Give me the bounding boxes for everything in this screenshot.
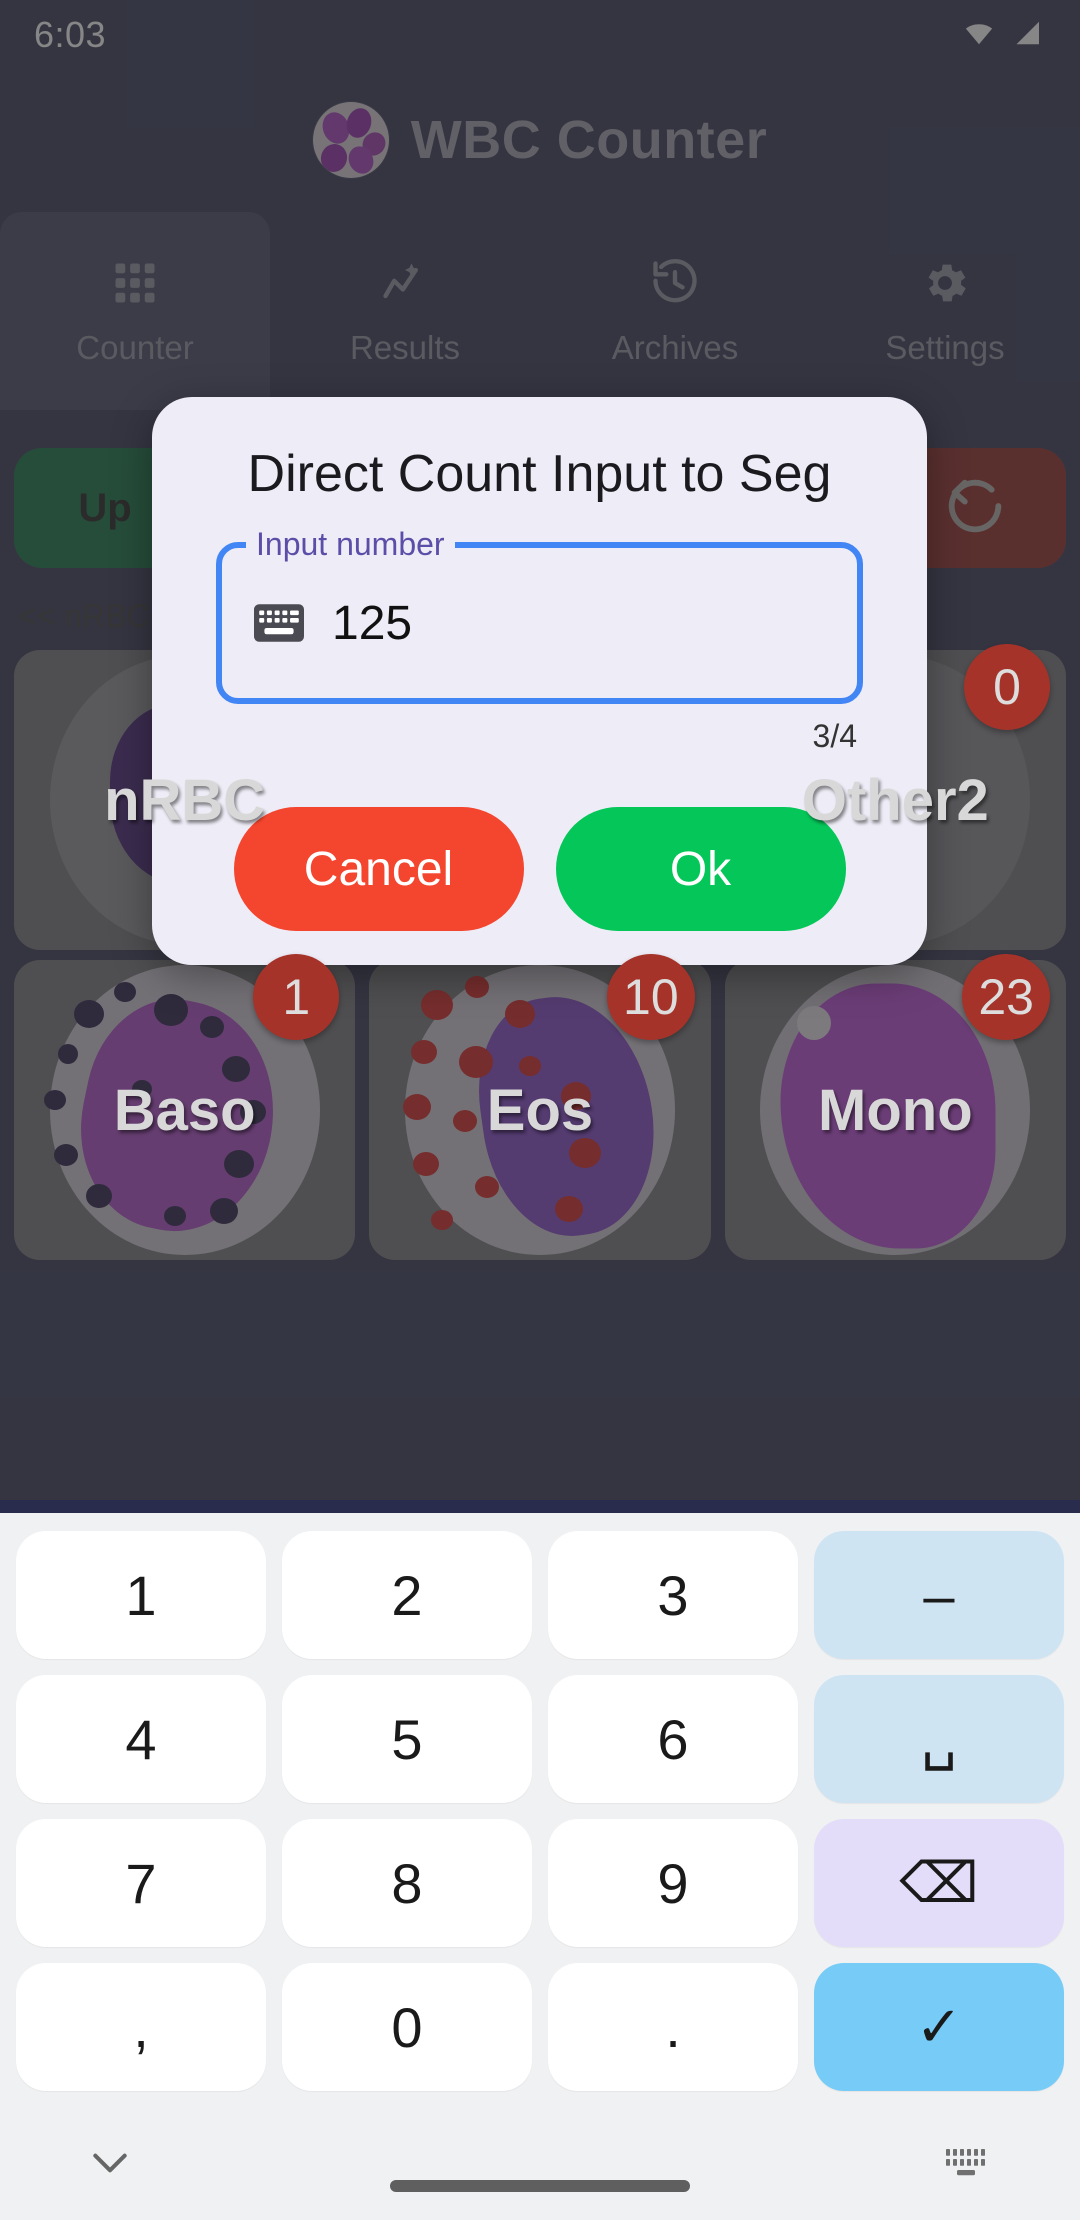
cell-label: Eos <box>486 1077 594 1143</box>
cell-label: Mono <box>818 1077 973 1143</box>
cell-label: Other2 <box>801 767 989 833</box>
key-minus[interactable]: – <box>814 1531 1064 1659</box>
key-enter[interactable]: ✓ <box>814 1963 1064 2091</box>
keyboard-grid: 1 2 3– 4 5 6 ␣ 7 8 9 ⌫, 0. ✓ <box>0 1513 1080 2097</box>
cancel-button[interactable]: Cancel <box>233 807 524 932</box>
cell-label: nRBC <box>104 767 266 833</box>
cell-count-badge: 10 <box>607 954 695 1040</box>
key-1[interactable]: 1 <box>16 1531 266 1659</box>
dialog-title: Direct Count Input to Seg <box>247 445 832 503</box>
input-number-label: Input number <box>246 526 455 564</box>
key-4[interactable]: 4 <box>16 1675 266 1803</box>
key-7[interactable]: 7 <box>16 1819 266 1947</box>
key-backspace[interactable]: ⌫ <box>814 1819 1064 1947</box>
key-comma[interactable]: , <box>16 1963 266 2091</box>
direct-count-input-dialog: Direct Count Input to Seg Input number 1… <box>152 397 927 966</box>
input-number-field-wrap: Input number 125 <box>216 526 863 705</box>
home-indicator <box>390 2180 690 2192</box>
key-6[interactable]: 6 <box>548 1675 798 1803</box>
key-3[interactable]: 3 <box>548 1531 798 1659</box>
key-0[interactable]: 0 <box>282 1963 532 2091</box>
keyboard-bottom-bar <box>0 2110 1080 2220</box>
input-number-field[interactable]: Input number 125 <box>216 526 863 705</box>
key-9[interactable]: 9 <box>548 1819 798 1947</box>
key-space[interactable]: ␣ <box>814 1675 1064 1803</box>
cell-count-badge: 1 <box>253 954 340 1040</box>
key-5[interactable]: 5 <box>282 1675 532 1803</box>
input-number-value[interactable]: 125 <box>332 596 412 651</box>
numeric-keyboard: 1 2 3– 4 5 6 ␣ 7 8 9 ⌫, 0. ✓ <box>0 1513 1080 2220</box>
key-period[interactable]: . <box>548 1963 798 2091</box>
chevron-down-icon[interactable] <box>88 2149 132 2182</box>
key-8[interactable]: 8 <box>282 1819 532 1947</box>
keyboard-icon <box>252 602 306 644</box>
cell-label: Baso <box>113 1077 256 1143</box>
phone-screen: 6:03 WBC Counter <box>0 0 1080 2220</box>
cell-count-badge: 0 <box>963 644 1050 730</box>
key-2[interactable]: 2 <box>282 1531 532 1659</box>
char-counter: 3/4 <box>812 718 857 755</box>
keyboard-switch-icon[interactable] <box>942 2145 992 2186</box>
cell-count-badge: 23 <box>962 954 1050 1040</box>
